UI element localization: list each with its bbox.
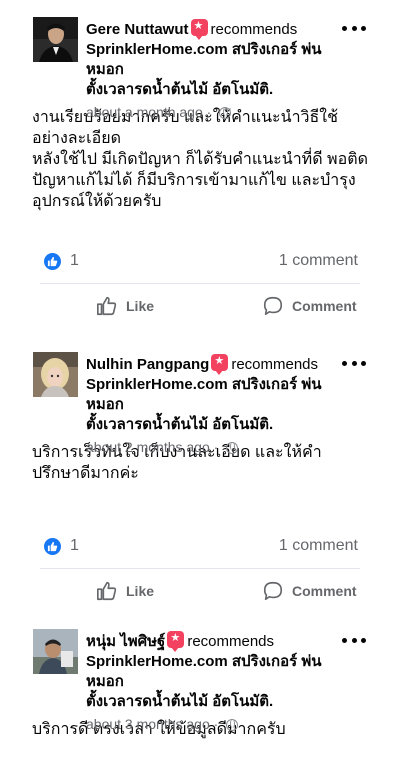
comment-label: Comment — [292, 583, 357, 599]
dot — [342, 637, 347, 643]
recommend-icon — [190, 19, 208, 40]
review-stats: 1 1 comment — [40, 528, 360, 569]
globe-icon — [219, 107, 232, 119]
review-card: Nulhin Pangpang recommends SprinklerHome.… — [0, 335, 400, 612]
recommend-icon — [211, 354, 229, 375]
dot — [342, 360, 347, 366]
recommends-label: recommends — [187, 633, 275, 650]
like-count[interactable]: 1 — [70, 537, 79, 555]
timestamp[interactable]: about 2 months ago — [86, 439, 210, 455]
comment-icon — [263, 296, 283, 316]
dot — [351, 637, 357, 643]
timestamp[interactable]: about a month ago — [86, 104, 203, 120]
comment-button[interactable]: Comment — [262, 284, 357, 328]
dot — [361, 360, 366, 366]
dot — [351, 360, 357, 366]
like-icon — [97, 296, 117, 316]
review-card: หนุ่ม ไพศิษฐ์ recommends SprinklerHome.co… — [0, 612, 400, 770]
comment-count[interactable]: 1 comment — [279, 252, 358, 270]
separator: · — [213, 716, 219, 732]
review-header: Gere Nuttawut recommends SprinklerHome.co… — [16, 0, 384, 120]
review-header: หนุ่ม ไพศิษฐ์ recommends SprinklerHome.co… — [16, 612, 384, 732]
page-name-line1[interactable]: SprinklerHome.com สปริงเกอร์ พ่นหมอก — [86, 40, 342, 80]
page-name-line1[interactable]: SprinklerHome.com สปริงเกอร์ พ่นหมอก — [86, 375, 342, 415]
dot — [342, 25, 347, 31]
more-options-button[interactable] — [342, 355, 366, 371]
like-button[interactable]: Like — [96, 284, 154, 328]
review-card: Gere Nuttawut recommends SprinklerHome.co… — [0, 0, 400, 335]
timestamp[interactable]: about 3 months ago — [86, 716, 210, 732]
author-name[interactable]: Nulhin Pangpang — [86, 356, 209, 373]
author-name[interactable]: Gere Nuttawut — [86, 21, 189, 38]
comment-icon — [263, 581, 283, 601]
dot — [351, 25, 357, 31]
comment-button[interactable]: Comment — [262, 569, 357, 613]
recommends-label: recommends — [210, 21, 298, 38]
avatar[interactable] — [33, 629, 78, 674]
review-header: Nulhin Pangpang recommends SprinklerHome.… — [16, 335, 384, 455]
page-name-line1[interactable]: SprinklerHome.com สปริงเกอร์ พ่นหมอก — [86, 652, 342, 692]
globe-icon — [226, 719, 239, 731]
dot — [361, 637, 366, 643]
recommends-label: recommends — [231, 356, 319, 373]
page-name-line2[interactable]: ตั้งเวลารดน้ำต้นไม้ อัตโนมัติ. — [86, 80, 342, 100]
page-name-line2[interactable]: ตั้งเวลารดน้ำต้นไม้ อัตโนมัติ. — [86, 692, 342, 712]
comment-count[interactable]: 1 comment — [279, 537, 358, 555]
like-reaction-icon — [44, 253, 61, 270]
globe-icon — [226, 442, 239, 454]
review-text: งานเรียบร้อยมากครับ และให้คำแนะนำวิธีใช้… — [32, 109, 368, 210]
review-stats: 1 1 comment — [40, 243, 360, 284]
recommend-icon — [167, 631, 185, 652]
more-options-button[interactable] — [342, 632, 366, 648]
like-label: Like — [126, 583, 155, 599]
like-reaction-icon — [44, 538, 61, 555]
separator: · — [213, 439, 219, 455]
author-name[interactable]: หนุ่ม ไพศิษฐ์ — [86, 633, 165, 650]
like-icon — [97, 581, 117, 601]
like-label: Like — [126, 298, 155, 314]
more-options-button[interactable] — [342, 20, 366, 36]
separator: · — [206, 104, 212, 120]
page-name-line2[interactable]: ตั้งเวลารดน้ำต้นไม้ อัตโนมัติ. — [86, 415, 342, 435]
like-count[interactable]: 1 — [70, 252, 79, 270]
action-bar: Like Comment — [16, 569, 384, 613]
avatar[interactable] — [33, 17, 78, 62]
dot — [361, 25, 366, 31]
action-bar: Like Comment — [16, 284, 384, 328]
like-button[interactable]: Like — [96, 569, 154, 613]
avatar[interactable] — [33, 352, 78, 397]
comment-label: Comment — [292, 298, 357, 314]
